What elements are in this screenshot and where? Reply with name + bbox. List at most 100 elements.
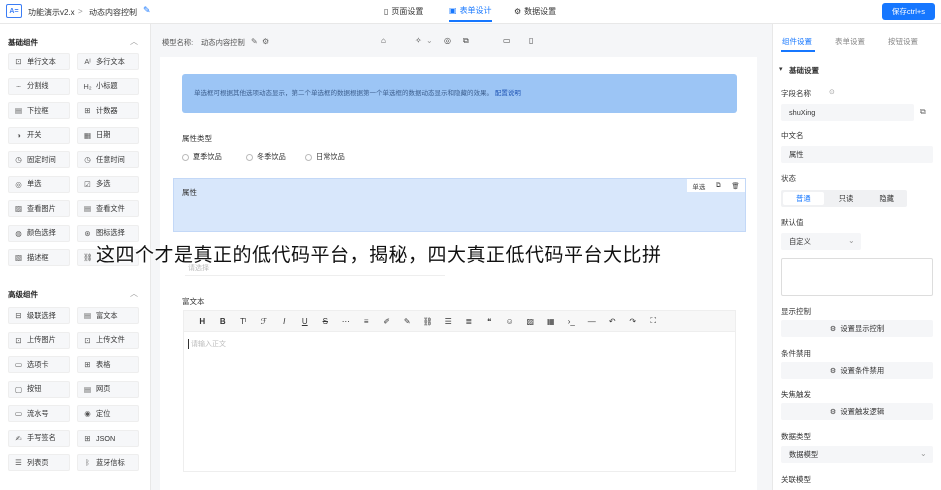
chevron-up-icon[interactable]: ︿ (130, 288, 138, 299)
color-icon[interactable]: ✎ (397, 317, 418, 326)
component-item[interactable]: ⊞ JSON (77, 429, 139, 447)
condition-disable-button[interactable]: ⚙ 设置条件禁用 (781, 362, 933, 379)
app-name[interactable]: 功能演示v2.x (28, 7, 75, 18)
caret-down-icon[interactable]: ▾ (779, 65, 783, 73)
component-item[interactable]: ▤ 富文本 (77, 307, 139, 324)
component-item[interactable]: ▤ 下拉框 (8, 102, 70, 119)
component-item[interactable]: ⊞ 计数器 (77, 102, 139, 119)
component-item[interactable]: ▭ 流水号 (8, 405, 70, 422)
divider-icon[interactable]: — (582, 317, 603, 326)
italic-icon[interactable]: I (274, 317, 295, 326)
line-height-icon[interactable]: ≡ (356, 317, 377, 326)
default-textarea[interactable] (781, 258, 933, 296)
quote-icon[interactable]: ❝ (479, 317, 500, 326)
save-button[interactable]: 保存ctrl+s (882, 3, 935, 20)
richtext-editor[interactable] (183, 332, 736, 472)
delete-icon[interactable]: 🗑 (731, 182, 739, 190)
settings-icon[interactable]: ⚙ (262, 37, 269, 46)
component-item[interactable]: ◷ 任意时间 (77, 151, 139, 168)
radio-circle[interactable] (305, 153, 312, 161)
component-item[interactable]: ┄ 分割线 (8, 77, 70, 95)
component-item[interactable]: ⊞ 表格 (77, 356, 139, 373)
tab-page-settings[interactable]: ▯ 页面设置 (384, 0, 423, 22)
tab-form-settings[interactable]: 表单设置 (835, 36, 865, 47)
component-item[interactable]: ⊟ 级联选择 (8, 307, 70, 324)
copy-icon[interactable]: ⧉ (716, 182, 721, 190)
focus-trigger-button[interactable]: ⚙ 设置触发逻辑 (781, 403, 933, 420)
brush-icon[interactable]: ✧ (415, 36, 422, 45)
heading-icon[interactable]: H (192, 317, 213, 326)
data-type-select[interactable]: 数据模型 (781, 446, 933, 463)
status-hidden[interactable]: 隐藏 (866, 190, 907, 207)
tab-component-settings[interactable]: 组件设置 (782, 36, 812, 47)
chevron-down-icon[interactable]: ⌄ (426, 36, 433, 45)
emoji-icon[interactable]: ☺ (500, 317, 521, 326)
component-item[interactable]: ▭ 选项卡 (8, 356, 70, 373)
tab-data-settings[interactable]: ⚙ 数据设置 (514, 0, 556, 22)
tab-form-design[interactable]: ▣ 表单设计 (449, 0, 492, 22)
desktop-icon[interactable]: ▭ (503, 36, 511, 45)
component-item[interactable]: ☑ 多选 (77, 175, 139, 193)
component-item[interactable]: ◉ 定位 (77, 405, 139, 422)
component-item[interactable]: ᛒ 蓝牙信标 (77, 454, 139, 471)
more-icon[interactable]: ⋯ (336, 317, 357, 326)
copy-icon[interactable]: ⧉ (920, 107, 926, 117)
highlight-icon[interactable]: ✐ (377, 317, 398, 326)
radio-option[interactable]: 日常饮品 (305, 152, 345, 162)
tab-button-settings[interactable]: 按钮设置 (888, 36, 918, 47)
font-family-icon[interactable]: ℱ (254, 317, 275, 326)
component-item[interactable]: ▧ 描述框 (8, 249, 70, 266)
cn-name-input[interactable]: 属性 (781, 146, 933, 163)
component-item[interactable]: ▤ 网页 (77, 380, 139, 398)
component-item[interactable]: ✍ 手写签名 (8, 429, 70, 447)
bold-icon[interactable]: B (213, 317, 234, 326)
preview-icon[interactable]: ◎ (444, 36, 451, 45)
undo-icon[interactable]: ↶ (602, 317, 623, 326)
component-item[interactable]: ▢ 按钮 (8, 380, 70, 398)
field-name-input[interactable]: shuXing (781, 104, 914, 121)
image-icon[interactable]: ▨ (520, 317, 541, 326)
component-item[interactable]: ◎ 单选 (8, 175, 70, 193)
radio-option[interactable]: 夏季饮品 (182, 152, 222, 162)
underline-icon[interactable]: U (295, 317, 316, 326)
strikethrough-icon[interactable]: S (315, 317, 336, 326)
code-icon[interactable]: ›_ (561, 317, 582, 326)
radio-circle[interactable] (246, 153, 253, 161)
clear-icon[interactable]: ⌂ (381, 36, 386, 45)
status-readonly[interactable]: 只读 (826, 190, 867, 207)
edit-icon[interactable]: ✎ (143, 5, 151, 16)
list-icon[interactable]: ☰ (438, 317, 459, 326)
component-item[interactable]: ⊡ 单行文本 (8, 53, 70, 70)
component-item[interactable]: ▤ 查看文件 (77, 200, 139, 217)
component-item[interactable]: ◑ 开关 (8, 126, 70, 144)
component-item[interactable]: ⊛ 图标选择 (77, 224, 139, 242)
component-item[interactable]: ◍ 颜色选择 (8, 224, 70, 242)
component-item[interactable]: ☰ 列表页 (8, 454, 70, 471)
component-item[interactable]: ▦ 日期 (77, 126, 139, 144)
edit-icon[interactable]: ✎ (251, 37, 258, 46)
chevron-down-icon[interactable]: ⌄ (920, 449, 927, 458)
selected-field[interactable] (173, 178, 746, 232)
component-item[interactable]: ⊡ 上传文件 (77, 331, 139, 349)
component-item[interactable]: H₂ 小标题 (77, 77, 139, 95)
component-item[interactable]: Aᴵ 多行文本 (77, 53, 139, 70)
redo-icon[interactable]: ↷ (623, 317, 644, 326)
tip-link[interactable]: 配置说明 (495, 90, 521, 97)
radio-circle[interactable] (182, 153, 189, 161)
table-icon[interactable]: ▦ (541, 317, 562, 326)
component-item[interactable]: ◷ 固定时间 (8, 151, 70, 168)
chevron-up-icon[interactable]: ︿ (130, 36, 138, 47)
component-item[interactable]: ▨ 查看图片 (8, 200, 70, 217)
status-normal[interactable]: 普通 (783, 192, 824, 205)
code-icon[interactable]: ⧉ (463, 36, 469, 46)
align-icon[interactable]: ≣ (459, 317, 480, 326)
radio-option[interactable]: 冬季饮品 (246, 152, 286, 162)
component-item[interactable]: ⊡ 上传图片 (8, 331, 70, 349)
help-icon[interactable]: ⊙ (829, 88, 835, 96)
link-icon[interactable]: ⛓ (418, 317, 439, 326)
fullscreen-icon[interactable]: ⛶ (643, 316, 664, 326)
mobile-icon[interactable]: ▯ (529, 36, 533, 45)
font-size-icon[interactable]: Tᴵ (233, 317, 254, 326)
display-control-button[interactable]: ⚙ 设置显示控制 (781, 320, 933, 337)
chevron-down-icon[interactable]: ⌄ (848, 236, 855, 245)
